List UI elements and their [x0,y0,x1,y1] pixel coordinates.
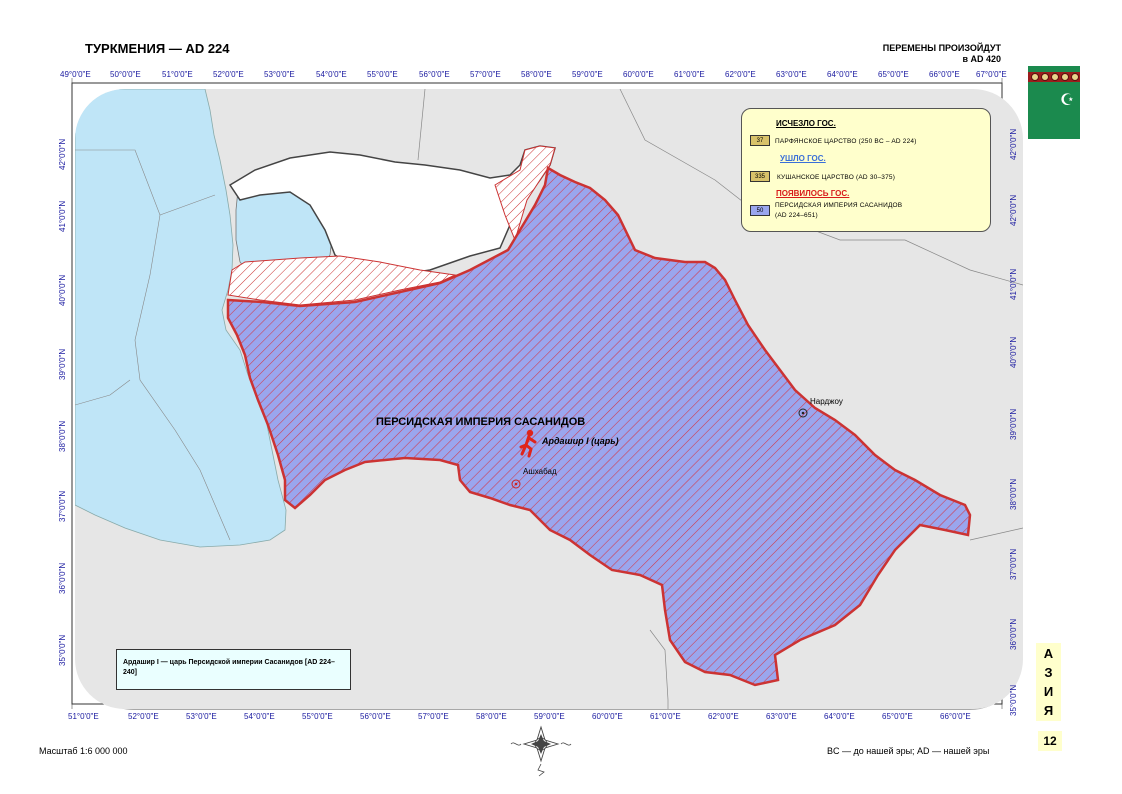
lon-label: 54°0'0"E [316,70,347,79]
legend-kushan-label: КУШАНСКОЕ ЦАРСТВО (AD 30–375) [777,174,896,181]
city-label-chardzhou: Нарджоу [810,397,843,406]
page-number: 12 [1038,731,1062,751]
continent-letter: А [1043,646,1054,661]
lat-label: 41°0'0"N [1009,268,1018,300]
legend-sasanian-dates: (AD 224–651) [775,212,818,219]
lon-label: 66°0'0"E [929,70,960,79]
continent-letter: З [1044,665,1053,680]
lon-label: 52°0'0"E [128,712,159,721]
lat-label: 40°0'0"N [1009,336,1018,368]
lon-label: 58°0'0"E [521,70,552,79]
lon-label: 59°0'0"E [534,712,565,721]
lon-label: 56°0'0"E [419,70,450,79]
lon-label: 63°0'0"E [776,70,807,79]
lon-label: 50°0'0"E [110,70,141,79]
lat-label: 40°0'0"N [58,274,67,306]
lat-label: 42°0'0"N [58,138,67,170]
legend-parthia-label: ПАРФЯНСКОЕ ЦАРСТВО (250 BC – AD 224) [775,138,917,145]
lat-label: 39°0'0"N [58,348,67,380]
legend-appeared-heading: ПОЯВИЛОСЬ ГОС. [776,189,850,198]
compass-rose-icon [510,725,572,777]
lon-label: 54°0'0"E [244,712,275,721]
scale-text: Масштаб 1:6 000 000 [39,746,128,756]
lon-label: 66°0'0"E [940,712,971,721]
lon-label: 62°0'0"E [725,70,756,79]
lon-label: 64°0'0"E [827,70,858,79]
continent-letter: Я [1043,703,1054,718]
lat-label: 41°0'0"N [58,200,67,232]
lon-label: 61°0'0"E [674,70,705,79]
lon-label: 55°0'0"E [367,70,398,79]
lon-label: 59°0'0"E [572,70,603,79]
legend-swatch-parthia: 37 [750,135,770,146]
lon-label: 65°0'0"E [882,712,913,721]
lat-label: 42°0'0"N [1009,194,1018,226]
continent-letter: И [1043,684,1054,699]
lon-label: 61°0'0"E [650,712,681,721]
city-label-ashgabat: Ашхабад [523,467,557,476]
lat-label: 35°0'0"N [1009,684,1018,716]
legend-swatch-sasanian: 50 [750,205,770,216]
lon-label: 58°0'0"E [476,712,507,721]
lon-label: 49°0'0"E [60,70,91,79]
lon-label: 60°0'0"E [592,712,623,721]
lat-label: 37°0'0"N [1009,548,1018,580]
lon-label: 67°0'0"E [976,70,1007,79]
empire-label: ПЕРСИДСКАЯ ИМПЕРИЯ САСАНИДОВ [376,416,586,428]
lon-label: 51°0'0"E [68,712,99,721]
lon-label: 60°0'0"E [623,70,654,79]
continent-tab[interactable]: А З И Я [1036,643,1061,721]
lon-label: 51°0'0"E [162,70,193,79]
ruler-note-box: Ардашир I — царь Персидской империи Саса… [116,649,351,690]
lat-label: 38°0'0"N [1009,478,1018,510]
lon-label: 52°0'0"E [213,70,244,79]
lat-label: 36°0'0"N [1009,618,1018,650]
lon-label: 64°0'0"E [824,712,855,721]
lon-label: 65°0'0"E [878,70,909,79]
ruler-label: Ардашир I (царь) [542,436,619,446]
lon-label: 57°0'0"E [470,70,501,79]
map-legend: ИСЧЕЗЛО ГОС. 37 ПАРФЯНСКОЕ ЦАРСТВО (250 … [741,108,991,232]
legend-disappeared-heading: ИСЧЕЗЛО ГОС. [776,119,836,128]
legend-swatch-kushan: 335 [750,171,770,182]
lon-label: 62°0'0"E [708,712,739,721]
lat-label: 38°0'0"N [58,420,67,452]
legend-sasanian-label: ПЕРСИДСКАЯ ИМПЕРИЯ САСАНИДОВ [775,202,903,209]
lon-label: 57°0'0"E [418,712,449,721]
lon-label: 56°0'0"E [360,712,391,721]
lat-label: 42°0'0"N [1009,128,1018,160]
lat-label: 36°0'0"N [58,562,67,594]
lat-label: 37°0'0"N [58,490,67,522]
lon-label: 55°0'0"E [302,712,333,721]
lon-label: 63°0'0"E [766,712,797,721]
lat-label: 35°0'0"N [58,634,67,666]
lon-label: 53°0'0"E [186,712,217,721]
legend-left-heading: УШЛО ГОС. [780,154,826,163]
lon-label: 53°0'0"E [264,70,295,79]
lat-label: 39°0'0"N [1009,408,1018,440]
era-legend-text: BC — до нашей эры; AD — нашей эры [827,746,990,756]
